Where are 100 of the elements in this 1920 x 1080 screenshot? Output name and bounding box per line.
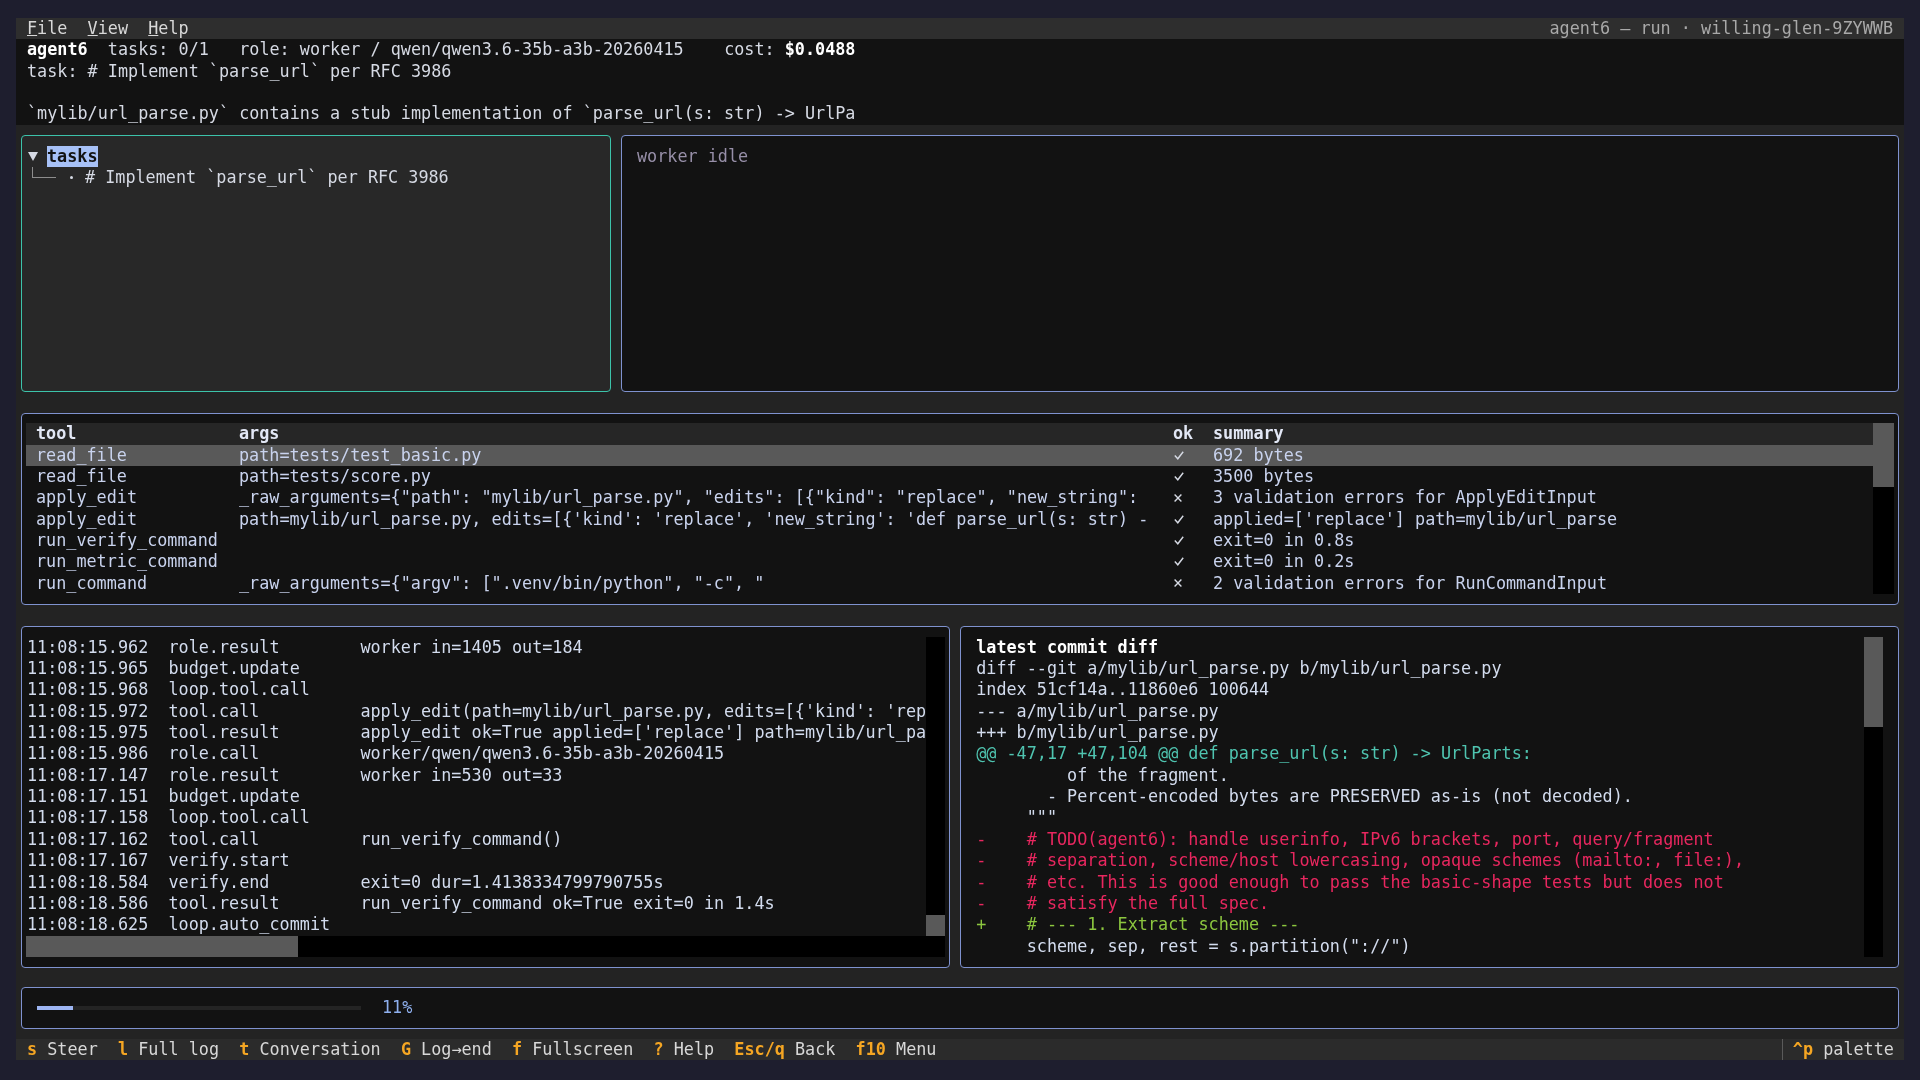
log-time: 11:08:17.151	[27, 786, 149, 807]
table-row[interactable]: run_metric_command exit=0 in 0.2s	[26, 551, 1873, 573]
diff-line: - # satisfy the full spec.	[976, 892, 1270, 913]
table-cell: read_file	[36, 465, 127, 486]
table-cell: run_command	[36, 572, 148, 593]
diff-line: of the fragment.	[1066, 764, 1229, 785]
log-detail: run_verify_command()	[360, 828, 563, 851]
task-count: tasks: 0/1	[107, 39, 209, 61]
log-event: tool.call	[168, 828, 260, 849]
progress-percent: 11%	[382, 997, 413, 1019]
shortcut-button[interactable]: l Full log	[117, 1038, 219, 1061]
table-cell: 692 bytes	[1213, 444, 1304, 465]
diff-line: +++ b/mylib/url_parse.py	[976, 722, 1219, 743]
task-line: task: # Implement `parse_url` per RFC 3986	[27, 60, 452, 83]
table-cell: _raw_arguments={"argv": [".venv/bin/python", "-c", "	[239, 572, 765, 593]
scrollbar-thumb[interactable]	[1864, 636, 1883, 727]
table-cell: _raw_arguments={"path": "mylib/url_parse.py", "edits": [{"kind": "replace", "new_string":	[239, 487, 1139, 508]
app-name: agent6	[27, 39, 88, 61]
menu-item[interactable]: View	[87, 18, 129, 40]
table-row[interactable]: read_file path=tests/test_basic.py 692 bytes	[26, 444, 1873, 466]
table-cell: 2 validation errors for RunCommandInput	[1213, 572, 1608, 593]
cost-info: cost: $0.0488	[724, 39, 856, 61]
table-cell: exit=0 in 0.8s	[1213, 529, 1355, 550]
tree-item[interactable]: # Implement `parse_url` per RFC 3986	[85, 167, 449, 189]
table-row[interactable]: apply_edit path=mylib/url_parse.py, edits=[{'kind': 'replace', 'new_string': 'def parse_url(s: str) - applied=['replace'] path=mylib/url_parse	[26, 508, 1873, 530]
role-info: role: worker / qwen/qwen3.6-35b-a3b-20260415	[239, 39, 684, 61]
shortcut-button[interactable]: f Fullscreen	[512, 1038, 634, 1061]
log-time: 11:08:18.586	[27, 892, 149, 913]
table-row[interactable]: run_verify_command exit=0 in 0.8s	[26, 529, 1873, 552]
table-row[interactable]: run_command _raw_arguments={"argv": [".venv/bin/python", "-c", " 2 validation errors for RunCommandInput	[26, 572, 1873, 594]
column-header: tool	[36, 423, 77, 444]
column-header: summary	[1213, 423, 1284, 444]
table-cell: applied=['replace'] path=mylib/url_parse	[1213, 508, 1618, 529]
diff-line: - Percent-encoded bytes are PRESERVED as-is (not decoded).	[1045, 786, 1633, 807]
log-event: budget.update	[168, 786, 300, 807]
table-cell: apply_edit	[36, 508, 138, 529]
menu-item[interactable]: File	[27, 18, 68, 40]
table-cell: apply_edit	[36, 487, 138, 508]
column-header: args	[239, 423, 280, 444]
log-event: tool.result	[168, 722, 280, 743]
diff-line: + # --- 1. Extract scheme ---	[976, 914, 1300, 935]
log-detail: apply_edit(path=mylib/url_parse.py, edits=[{'kind': 'rep	[360, 700, 927, 723]
log-event: verify.start	[168, 850, 290, 871]
table-cell: path=tests/score.py	[239, 465, 431, 486]
scrollbar-thumb[interactable]	[1873, 423, 1894, 488]
log-time: 11:08:17.147	[27, 764, 149, 785]
log-time: 11:08:18.625	[27, 914, 149, 935]
table-cell: read_file	[36, 444, 127, 465]
table-cell: 3 validation errors for ApplyEditInput	[1213, 487, 1597, 508]
worker-status: worker idle	[637, 145, 749, 166]
log-event: loop.auto_commit	[168, 914, 331, 935]
log-time: 11:08:15.968	[27, 679, 149, 700]
diff-line: scheme, sep, rest = s.partition("://")	[1025, 935, 1411, 956]
log-time: 11:08:15.965	[27, 658, 149, 679]
log-detail: worker in=530 out=33	[360, 764, 563, 787]
table-cell: path=tests/test_basic.py	[239, 444, 482, 465]
scrollbar-thumb[interactable]	[926, 914, 946, 936]
shortcut-button[interactable]: Esc/q Back	[734, 1038, 836, 1061]
shortcut-button[interactable]: ? Help	[653, 1038, 715, 1061]
log-event: verify.end	[168, 871, 270, 892]
shortcut-button[interactable]: f10 Menu	[855, 1038, 937, 1061]
log-event: role.result	[168, 636, 280, 657]
table-row[interactable]: read_file path=tests/score.py 3500 bytes	[26, 465, 1873, 488]
tree-guide	[32, 167, 56, 179]
tree-item[interactable]: tasks	[47, 145, 98, 168]
command-palette-shortcut[interactable]: ^p palette	[1792, 1038, 1894, 1061]
log-time: 11:08:17.158	[27, 807, 149, 828]
table-cell: run_verify_command	[36, 529, 218, 550]
table-cell: run_metric_command	[36, 551, 218, 572]
menu-item[interactable]: Help	[148, 18, 189, 40]
log-time: 11:08:17.162	[27, 828, 149, 849]
table-cell: 3500 bytes	[1213, 465, 1315, 486]
diff-line: index 51cf14a..11860e6 100644	[976, 679, 1270, 700]
shortcut-button[interactable]: t Conversation	[239, 1038, 381, 1061]
diff-line: diff --git a/mylib/url_parse.py b/mylib/url_parse.py	[976, 658, 1502, 679]
log-time: 11:08:15.975	[27, 722, 149, 743]
scrollbar-thumb[interactable]	[26, 935, 298, 957]
log-event: role.call	[168, 743, 260, 764]
log-time: 11:08:15.972	[27, 700, 149, 721]
table-cell: exit=0 in 0.2s	[1213, 551, 1355, 572]
bullet-icon	[70, 176, 73, 180]
task-description: `mylib/url_parse.py` contains a stub implementation of `parse_url(s: str) -> UrlPa	[27, 103, 856, 125]
log-time: 11:08:17.167	[27, 850, 149, 871]
log-event: budget.update	[168, 658, 300, 679]
log-event: loop.tool.call	[168, 807, 310, 828]
log-event: loop.tool.call	[168, 679, 310, 700]
shortcut-button[interactable]: G Log→end	[400, 1038, 492, 1061]
table-cell: path=mylib/url_parse.py, edits=[{'kind': 'replace', 'new_string': 'def parse_url(s: str) -	[239, 508, 1149, 529]
column-header: ok	[1173, 423, 1194, 444]
log-event: tool.result	[168, 892, 280, 913]
log-detail: run_verify_command ok=True exit=0 in 1.4s	[360, 892, 775, 915]
window-title: agent6 — run · willing-glen-9ZYWWB	[1549, 18, 1893, 40]
log-time: 11:08:15.986	[27, 743, 149, 764]
diff-line: @@ -47,17 +47,104 @@ def parse_url(s: str) -> UrlParts:	[976, 743, 1532, 764]
panel-title: latest commit diff	[976, 636, 1159, 657]
table-row[interactable]: apply_edit _raw_arguments={"path": "mylib/url_parse.py", "edits": [{"kind": "replace", "new_string": 3 validation errors for ApplyEditInput	[26, 487, 1873, 509]
caret-icon[interactable]	[28, 151, 38, 161]
log-detail: worker in=1405 out=184	[360, 636, 583, 659]
diff-line: - # etc. This is good enough to pass the basic-shape tests but does not	[976, 871, 1724, 892]
shortcut-button[interactable]: s Steer	[27, 1038, 98, 1061]
